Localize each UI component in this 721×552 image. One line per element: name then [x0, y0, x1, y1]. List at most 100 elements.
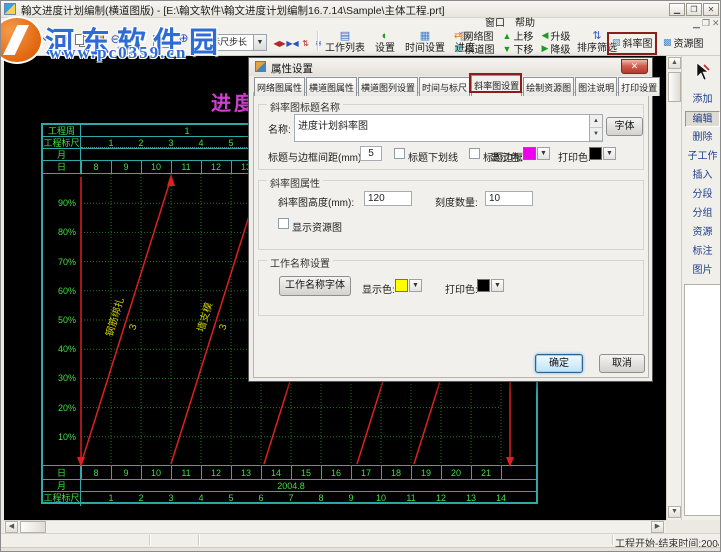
app-icon	[4, 3, 16, 15]
dialog-title-bar[interactable]: 属性设置	[249, 58, 652, 76]
align-icon-2[interactable]: ⇅	[299, 36, 312, 52]
day-cell-top: 10	[141, 162, 171, 173]
copy-icon[interactable]	[73, 32, 90, 48]
sidebar-item-图片[interactable]: 图片	[685, 263, 720, 279]
redo-icon[interactable]: ↷	[56, 32, 73, 48]
mdi-close-icon[interactable]: ✕	[712, 18, 720, 29]
align-icon-0[interactable]: ◀▶	[273, 36, 286, 52]
new-file-icon[interactable]	[5, 32, 22, 48]
stack-icon: ▼	[503, 44, 512, 54]
spinner-down-icon[interactable]: ▼	[590, 128, 602, 141]
toolbar-button-0[interactable]: ▤工作列表	[321, 30, 369, 54]
work-name-font-button[interactable]: 工作名称字体	[279, 276, 351, 296]
toolbar-stack-1-1[interactable]: ▼下移	[503, 42, 534, 55]
close-button[interactable]: ✕	[703, 3, 719, 16]
maximize-button[interactable]: ❐	[686, 3, 702, 16]
align-icon-1[interactable]: ▶◀	[286, 36, 299, 52]
work-display-color-label: 显示色:	[362, 281, 395, 296]
minimize-button[interactable]: ▁	[669, 3, 685, 16]
work-display-color-swatch[interactable]	[395, 279, 408, 292]
scroll-left-icon[interactable]: ◀	[5, 521, 18, 533]
sort-filter-icon: ⇅	[592, 30, 601, 43]
ok-button[interactable]: 确定	[535, 354, 583, 373]
ruler-step-combo[interactable]: 标尺步长 ▼	[207, 34, 267, 51]
spinner-up-icon[interactable]: ▲	[590, 115, 602, 128]
scroll-down-icon[interactable]: ▼	[668, 506, 681, 518]
zoom-out-icon[interactable]: ⊖	[107, 32, 124, 48]
combo-dropdown-icon[interactable]: ▼	[253, 35, 266, 50]
day-cell-bottom: 19	[411, 468, 441, 479]
dialog-tab-2[interactable]: 横道图列设置	[358, 77, 418, 96]
title-border-checkbox[interactable]	[469, 148, 480, 159]
zoom-in-icon[interactable]: ⊕	[175, 31, 192, 47]
print-icon[interactable]	[22, 32, 39, 48]
cancel-button[interactable]: 取消	[599, 354, 645, 373]
resource-chart-button[interactable]: ▩ 资源图	[663, 36, 704, 49]
scroll-up-icon[interactable]: ▲	[668, 57, 681, 69]
dialog-icon	[255, 61, 266, 72]
dialog-tab-1[interactable]: 横道图属性	[306, 77, 357, 96]
day-cell-bottom: 15	[291, 468, 321, 479]
zoom-scale-button[interactable]: 1:1	[153, 35, 171, 48]
sidebar-item-编辑[interactable]: 编辑	[685, 111, 720, 127]
show-resource-checkbox[interactable]	[278, 218, 289, 229]
dialog-tab-5[interactable]: 绘制资源图	[523, 77, 574, 96]
title-underline-checkbox[interactable]	[394, 148, 405, 159]
dialog-tab-7[interactable]: 打印设置	[618, 77, 660, 96]
horizontal-scrollbar[interactable]: ◀ ▶	[4, 520, 666, 533]
svg-text:钢筋绑扎: 钢筋绑扎	[103, 296, 127, 338]
title-font-button[interactable]: 字体	[606, 117, 643, 136]
stack-icon: ▶	[541, 43, 548, 54]
sidebar-item-资源[interactable]: 资源	[685, 225, 720, 241]
scroll-right-icon[interactable]: ▶	[651, 521, 664, 533]
sidebar-item-添加[interactable]: 添加	[685, 92, 720, 108]
dialog-tab-6[interactable]: 图注说明	[575, 77, 617, 96]
percent-label: 60%	[43, 286, 76, 297]
day-cell-top: 12	[201, 162, 231, 173]
dialog-title: 属性设置	[271, 61, 313, 76]
print-color-dropdown-icon[interactable]: ▼	[603, 147, 616, 160]
select-cursor-icon[interactable]	[694, 62, 712, 87]
ruler-number-top: 5	[224, 138, 238, 149]
horizontal-scroll-thumb[interactable]	[20, 521, 46, 533]
scale-count-input[interactable]: 10	[485, 191, 533, 206]
chart-grid-line	[501, 466, 502, 480]
chart-height-input[interactable]: 120	[364, 191, 412, 206]
work-display-color-dropdown-icon[interactable]: ▼	[409, 279, 422, 292]
sidebar-item-子工作[interactable]: 子工作	[685, 149, 720, 165]
toolbar-button-1[interactable]: ◐设置	[371, 30, 399, 54]
name-label: 名称:	[268, 121, 291, 136]
sidebar-item-标注[interactable]: 标注	[685, 244, 720, 260]
chart-name-input[interactable]: 进度计划斜率图	[294, 114, 590, 142]
display-color-dropdown-icon[interactable]: ▼	[537, 147, 550, 160]
sidebar-item-分段[interactable]: 分段	[685, 187, 720, 203]
undo-icon[interactable]: ↶	[39, 32, 56, 48]
name-spinner[interactable]: ▲▼	[590, 114, 603, 142]
toolbar-stack-2-1[interactable]: ▶降级	[541, 42, 570, 55]
dialog-close-button[interactable]: ✕	[621, 59, 648, 74]
resource-chart-icon: ▩	[663, 37, 672, 48]
sidebar-item-插入[interactable]: 插入	[685, 168, 720, 184]
work-print-color-dropdown-icon[interactable]: ▼	[491, 279, 504, 292]
day-cell-bottom: 17	[351, 468, 381, 479]
vertical-scrollbar[interactable]: ▲ ▼	[666, 56, 681, 520]
work-print-color-swatch[interactable]	[477, 279, 490, 292]
dialog-tab-0[interactable]: 网络图属性	[254, 77, 305, 96]
dialog-tab-3[interactable]: 时间与标尺	[419, 77, 470, 96]
group-slope-title-legend: 斜率图标题名称	[267, 99, 343, 114]
work-print-color-label: 打印色:	[445, 281, 478, 296]
mdi-minimize-icon[interactable]: ▁	[693, 18, 700, 29]
paste-icon[interactable]	[90, 32, 107, 48]
toolbar-stack-0-1[interactable]: ▥横道图	[454, 42, 495, 55]
group-slope-props: 斜率图属性	[258, 180, 644, 250]
toolbar-button-2[interactable]: ▦时间设置	[401, 30, 449, 54]
mdi-restore-icon[interactable]: ❐	[702, 18, 710, 29]
spacing-input[interactable]: 5	[360, 146, 382, 161]
vertical-scroll-thumb[interactable]	[668, 72, 681, 102]
display-color-swatch[interactable]	[523, 147, 536, 160]
print-color-swatch[interactable]	[589, 147, 602, 160]
sidebar-item-删除[interactable]: 删除	[685, 130, 720, 146]
sidebar-item-分组[interactable]: 分组	[685, 206, 720, 222]
percent-label: 90%	[43, 198, 76, 209]
chart-height-label: 斜率图高度(mm):	[278, 194, 354, 209]
